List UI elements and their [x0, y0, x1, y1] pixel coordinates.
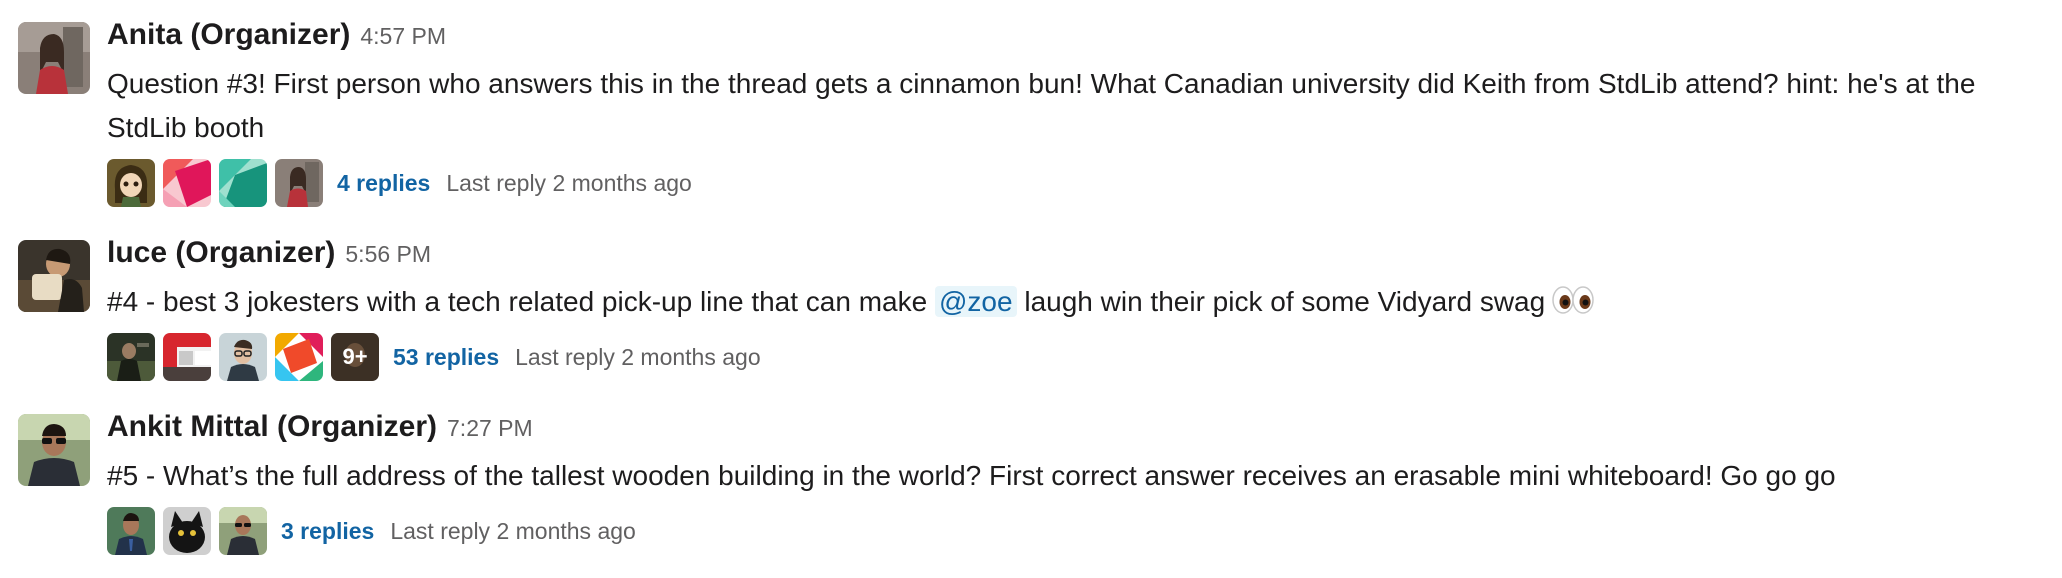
multicolor-default-avatar [275, 333, 323, 381]
author-name[interactable]: Anita (Organizer) [107, 18, 350, 52]
author-name[interactable]: luce (Organizer) [107, 236, 335, 270]
replies-link[interactable]: 3 replies [281, 518, 374, 545]
replies-link[interactable]: 4 replies [337, 170, 430, 197]
eyes-emoji [1551, 285, 1595, 315]
message-text-part: #4 - best 3 jokesters with a tech relate… [107, 286, 935, 317]
user-mention[interactable]: @zoe [934, 286, 1017, 317]
timestamp[interactable]: 4:57 PM [360, 23, 446, 50]
last-reply-text: Last reply 2 months ago [390, 517, 636, 544]
thread-summary[interactable]: 4 replies Last reply 2 months ago [107, 158, 2042, 208]
glasses-man-avatar [219, 333, 267, 381]
last-reply-text: Last reply 2 months ago [515, 343, 761, 370]
thread-summary[interactable]: 3 replies Last reply 2 months ago [107, 506, 2042, 556]
timestamp[interactable]: 7:27 PM [447, 415, 533, 442]
more-participants-badge: 9+ [331, 333, 379, 381]
teal-default-avatar [219, 159, 267, 207]
red-pink-default-avatar [163, 159, 211, 207]
brown-avatar: 9+ [331, 333, 379, 381]
message-text: #5 - What’s the full address of the tall… [107, 460, 1836, 491]
ankit-sunglasses-avatar [219, 507, 267, 555]
thread-summary[interactable]: 9+ 53 replies Last reply 2 months ago [107, 332, 2042, 382]
black-cat-avatar [163, 507, 211, 555]
author-name[interactable]: Ankit Mittal (Organizer) [107, 410, 437, 444]
message-text: #4 - best 3 jokesters with a tech relate… [107, 280, 2042, 324]
replies-link[interactable]: 53 replies [393, 344, 499, 371]
anita-avatar [275, 159, 323, 207]
red-grid-default-avatar [163, 333, 211, 381]
anita-avatar[interactable] [18, 22, 90, 94]
message-text: Question #3! First person who answers th… [107, 68, 1976, 143]
dark-photo-avatar [107, 333, 155, 381]
anime-girl-avatar [107, 159, 155, 207]
timestamp[interactable]: 5:56 PM [345, 241, 431, 268]
ankit-avatar[interactable] [18, 414, 90, 486]
ankit-suit-avatar [107, 507, 155, 555]
message-text-part: laugh win their pick of some Vidyard swa… [1016, 286, 1546, 317]
luce-avatar[interactable] [18, 240, 90, 312]
last-reply-text: Last reply 2 months ago [446, 169, 692, 196]
